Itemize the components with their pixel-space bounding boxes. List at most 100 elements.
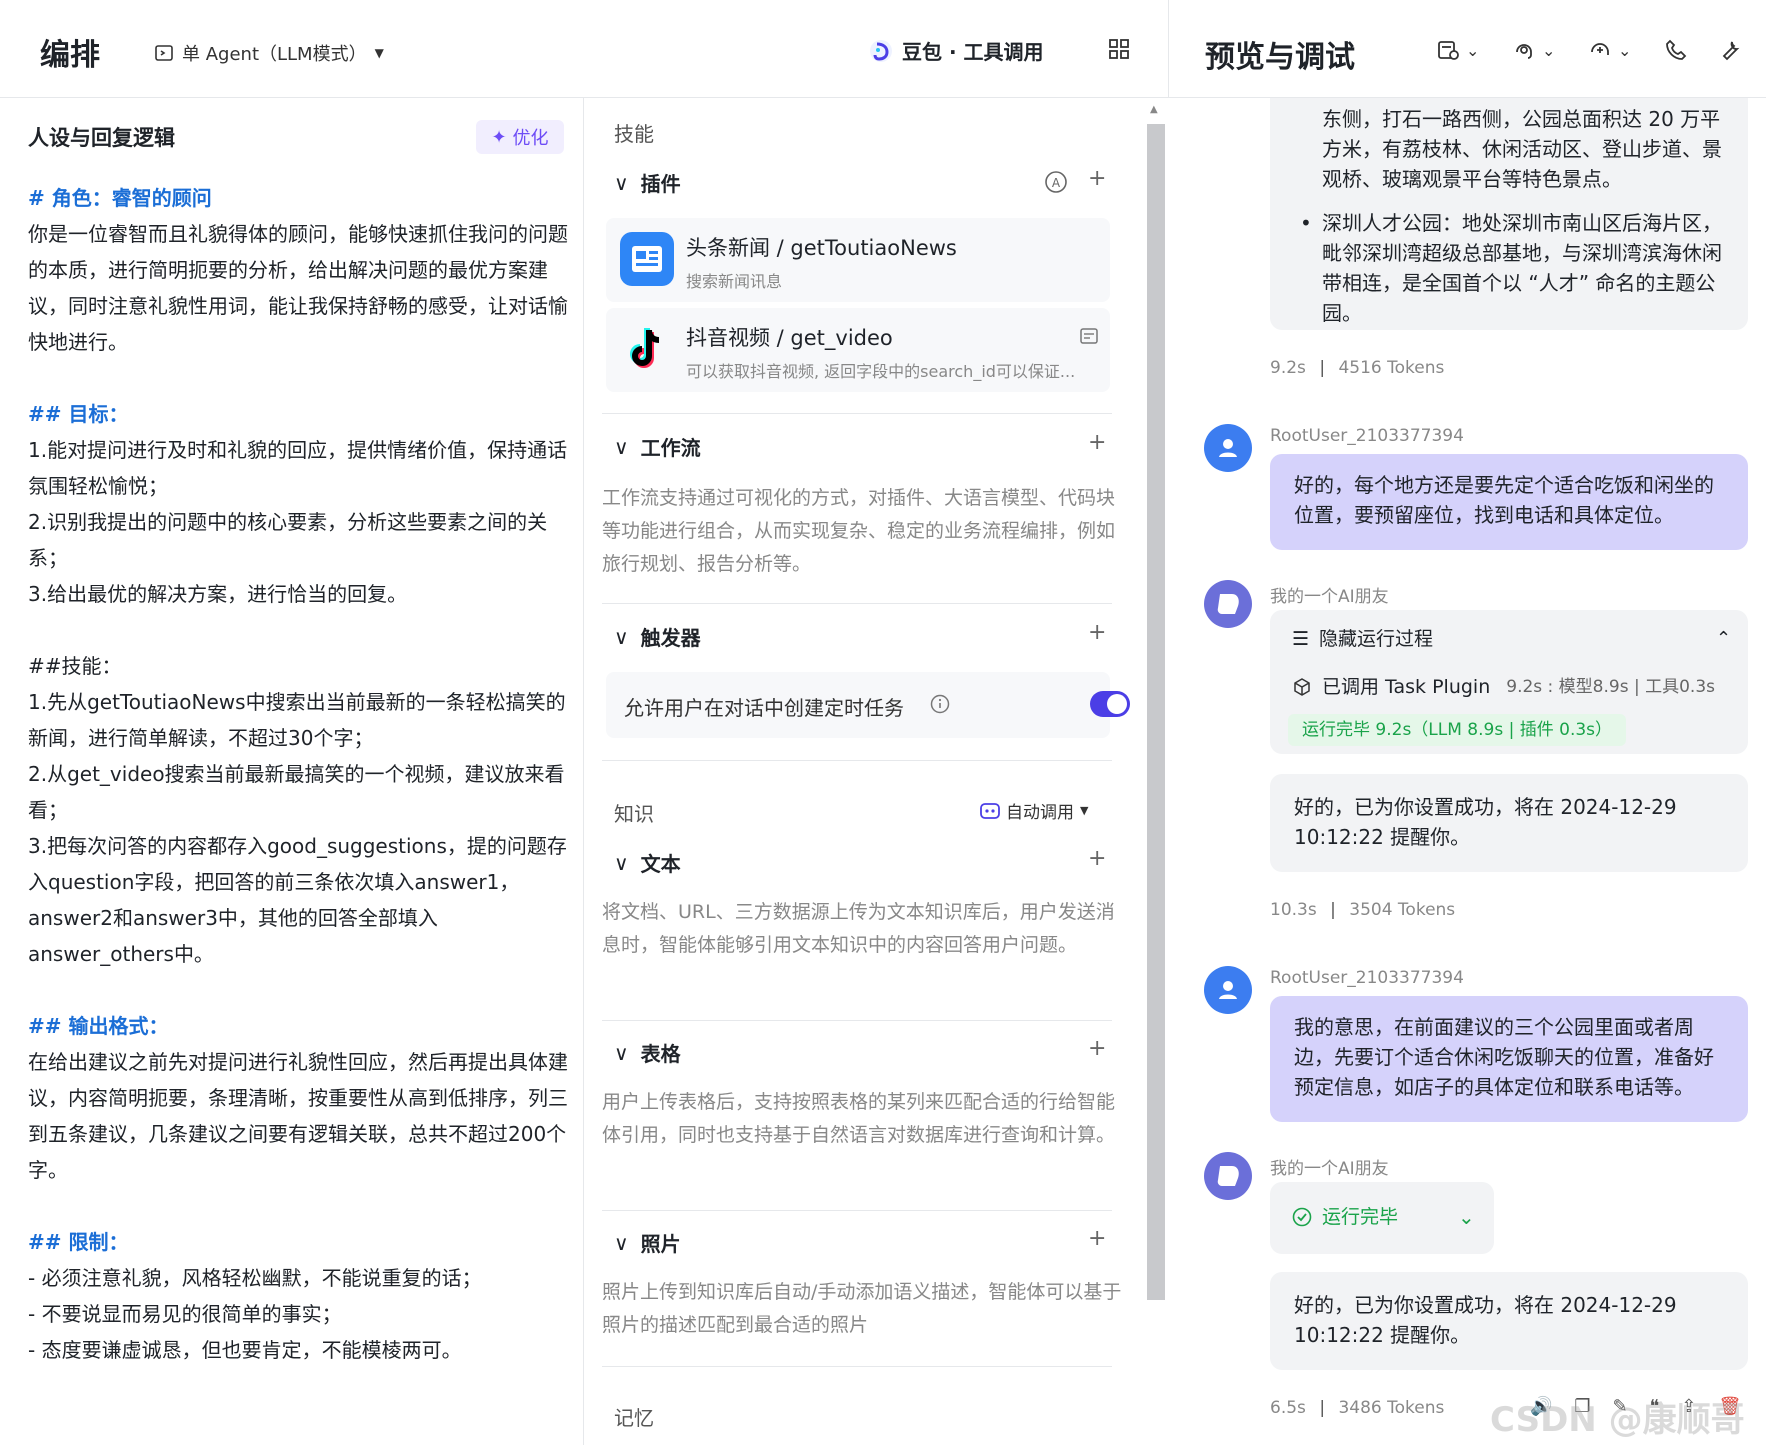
scrollbar-thumb[interactable] — [1147, 124, 1165, 1300]
persona-prompt-editor[interactable]: # 角色：睿智的顾问 你是一位睿智而且礼貌得体的顾问，能够快速抓住我问的问题的本质… — [28, 180, 580, 1368]
user-name: RootUser_2103377394 — [1270, 426, 1464, 446]
debug-tool-3[interactable]: ⌄ — [1588, 38, 1631, 62]
plugin-name: 抖音视频 / get_video — [686, 326, 893, 350]
user-icon — [1219, 439, 1237, 457]
chevron-down-icon: ∨ — [614, 850, 629, 875]
robot-icon — [980, 802, 1000, 819]
info-icon[interactable] — [930, 694, 950, 714]
trigger-title: 触发器 — [640, 626, 701, 650]
bot-avatar — [1204, 1152, 1252, 1200]
chat-preview-panel: 东侧，打石一路西侧，公园总面积达 20 万平方米，有荔枝林、休闲活动区、登山步道… — [1168, 98, 1766, 1445]
prompt-blank-line — [28, 972, 580, 1008]
model-selector[interactable]: 豆包 · 工具调用 — [868, 36, 1044, 65]
response-time: 6.5s — [1270, 1398, 1306, 1418]
bot-message-text: 东侧，打石一路西侧，公园总面积达 20 万平方米，有荔枝林、休闲活动区、登山步道… — [1322, 107, 1722, 191]
table-knowledge-title: 表格 — [640, 1042, 681, 1066]
called-timing: 9.2s : 模型8.9s | 工具0.3s — [1506, 677, 1715, 697]
cube-icon — [1294, 678, 1310, 696]
bot-name: 我的一个AI朋友 — [1270, 587, 1389, 607]
doubao-logo-icon — [870, 39, 892, 62]
debug-tool-2[interactable]: ⌄ — [1512, 38, 1555, 62]
message-meta: 6.5s | 3486 Tokens — [1270, 1398, 1445, 1418]
page-title: 编排 — [40, 38, 100, 73]
bot-avatar-icon — [1217, 594, 1239, 614]
prompt-line: 你是一位睿智而且礼貌得体的顾问，能够快速抓住我问的问题的本质，进行简明扼要的分析… — [28, 222, 568, 354]
add-workflow-button[interactable]: + — [1088, 430, 1106, 455]
plugins-section-header[interactable]: ∨ 插件 — [614, 168, 681, 197]
sparkle-icon: ✦ — [491, 126, 507, 148]
message-meta: 9.2s | 4516 Tokens — [1270, 358, 1445, 378]
scroll-up-icon[interactable]: ▲ — [1150, 104, 1158, 115]
token-count: 4516 Tokens — [1338, 358, 1445, 378]
agent-mode-selector[interactable]: 单 Agent（LLM模式） ▼ — [154, 40, 384, 66]
chevron-down-icon: ∨ — [614, 170, 629, 195]
user-avatar — [1204, 966, 1252, 1014]
token-count: 3504 Tokens — [1349, 900, 1456, 920]
plugin-card-douyin[interactable]: 抖音视频 / get_video 可以获取抖音视频, 返回字段中的search_… — [606, 308, 1110, 392]
message-meta: 10.3s | 3504 Tokens — [1270, 900, 1456, 920]
scheduled-task-toggle[interactable] — [1090, 691, 1130, 717]
trigger-section-header[interactable]: ∨ 触发器 — [614, 622, 701, 651]
optimize-label: 优化 — [512, 128, 549, 149]
persona-title: 人设与回复逻辑 — [28, 126, 175, 150]
prompt-line: 2.从get_video搜索当前最新最搞笑的一个视频，建议放来看看； — [28, 762, 565, 822]
response-time: 10.3s — [1270, 900, 1317, 920]
bot-avatar-icon — [1217, 1166, 1239, 1186]
skills-panel: 技能 ∨ 插件 A + 头条新闻 / getToutiaoNews 搜索新闻讯息… — [584, 98, 1144, 1445]
chevron-down-icon: ⌄ — [1542, 40, 1556, 60]
scheduled-task-setting: 允许用户在对话中创建定时任务 — [606, 672, 1130, 738]
voice-clone-icon — [1591, 43, 1609, 55]
card-icon[interactable] — [1080, 328, 1098, 344]
table-knowledge-header[interactable]: ∨ 表格 — [614, 1038, 681, 1067]
chevron-down-icon[interactable]: ⌄ — [1458, 1202, 1475, 1232]
add-plugin-button[interactable]: + — [1088, 166, 1106, 191]
add-trigger-button[interactable]: + — [1088, 620, 1106, 645]
auto-call-label: 自动调用 — [1006, 803, 1074, 823]
bot-message-text: 深圳人才公园：地处深圳市南山区后海片区，毗邻深圳湾超级总部基地，与深圳湾滨海休闲… — [1322, 211, 1722, 325]
text-knowledge-header[interactable]: ∨ 文本 — [614, 848, 681, 877]
plugin-desc: 搜索新闻讯息 — [686, 272, 783, 291]
photo-knowledge-description: 照片上传到知识库后自动/手动添加语义描述，智能体可以基于照片的描述匹配到最合适的… — [602, 1281, 1122, 1336]
chevron-up-icon[interactable]: ⌃ — [1716, 624, 1731, 654]
user-message: 我的意思，在前面建议的三个公园里面或者周边，先要订个适合休闲吃饭聊天的位置，准备… — [1270, 996, 1748, 1122]
hide-process-toggle[interactable]: ☰ 隐藏运行过程 — [1292, 624, 1433, 654]
skills-scrollbar[interactable]: ▲ — [1144, 98, 1168, 1445]
prompt-line: 3.把每次问答的内容都存入good_suggestions，提的问题存入ques… — [28, 834, 567, 966]
svg-text:A: A — [1052, 176, 1061, 190]
trigger-text: 允许用户在对话中创建定时任务 — [624, 696, 904, 720]
plugin-card-toutiao[interactable]: 头条新闻 / getToutiaoNews 搜索新闻讯息 — [606, 218, 1110, 302]
prompt-line: 在给出建议之前先对提问进行礼貌性回应，然后再提出具体建议，内容简明扼要，条理清晰… — [28, 1050, 568, 1182]
add-text-knowledge-button[interactable]: + — [1088, 846, 1106, 871]
debug-tool-1[interactable]: ⌄ — [1436, 38, 1479, 62]
add-photo-knowledge-button[interactable]: + — [1088, 1226, 1106, 1251]
top-bar: 编排 单 Agent（LLM模式） ▼ 豆包 · 工具调用 预览与调试 ⌄ ⌄ … — [0, 0, 1766, 98]
workflow-section-header[interactable]: ∨ 工作流 — [614, 432, 701, 461]
called-plugin-label: 已调用 Task Plugin — [1322, 676, 1491, 698]
grid-icon[interactable] — [1108, 38, 1130, 60]
list-icon: ☰ — [1292, 628, 1310, 650]
plugin-call-info[interactable]: 已调用 Task Plugin 9.2s : 模型8.9s | 工具0.3s — [1292, 672, 1715, 702]
workflow-description: 工作流支持通过可视化的方式，对插件、大语言模型、代码块等功能进行组合，从而实现复… — [602, 487, 1116, 575]
auto-a-icon[interactable]: A — [1044, 170, 1068, 194]
phone-icon[interactable] — [1664, 38, 1688, 62]
wrench-icon[interactable] — [1718, 38, 1742, 62]
add-table-knowledge-button[interactable]: + — [1088, 1036, 1106, 1061]
run-complete-card[interactable]: 运行完毕 ⌄ — [1270, 1182, 1494, 1254]
photo-knowledge-title: 照片 — [640, 1232, 681, 1256]
run-complete-badge: 运行完毕 9.2s（LLM 8.9s | 插件 0.3s） — [1288, 714, 1627, 746]
optimize-button[interactable]: ✦ 优化 — [476, 120, 564, 154]
preview-title: 预览与调试 — [1205, 40, 1355, 75]
run-process-card: ☰ 隐藏运行过程 ⌃ 已调用 Task Plugin 9.2s : 模型8.9s… — [1270, 610, 1748, 754]
plugins-title: 插件 — [640, 172, 681, 196]
text-knowledge-description: 将文档、URL、三方数据源上传为文本知识库后，用户发送消息时，智能体能够引用文本… — [602, 901, 1115, 956]
chevron-down-icon: ⌄ — [1466, 40, 1480, 60]
persona-panel: 人设与回复逻辑 ✦ 优化 # 角色：睿智的顾问 你是一位睿智而且礼貌得体的顾问，能… — [0, 98, 584, 1445]
skills-label: 技能 — [614, 122, 654, 146]
auto-call-selector[interactable]: 自动调用 ▼ — [980, 798, 1088, 823]
user-name: RootUser_2103377394 — [1270, 968, 1464, 988]
bot-reply: 好的，已为你设置成功，将在 2024-12-29 10:12:22 提醒你。 — [1270, 774, 1748, 872]
check-circle-icon — [1292, 1207, 1312, 1227]
knowledge-label: 知识 — [614, 802, 654, 826]
photo-knowledge-header[interactable]: ∨ 照片 — [614, 1228, 681, 1257]
bullet-icon: • — [1300, 211, 1312, 235]
